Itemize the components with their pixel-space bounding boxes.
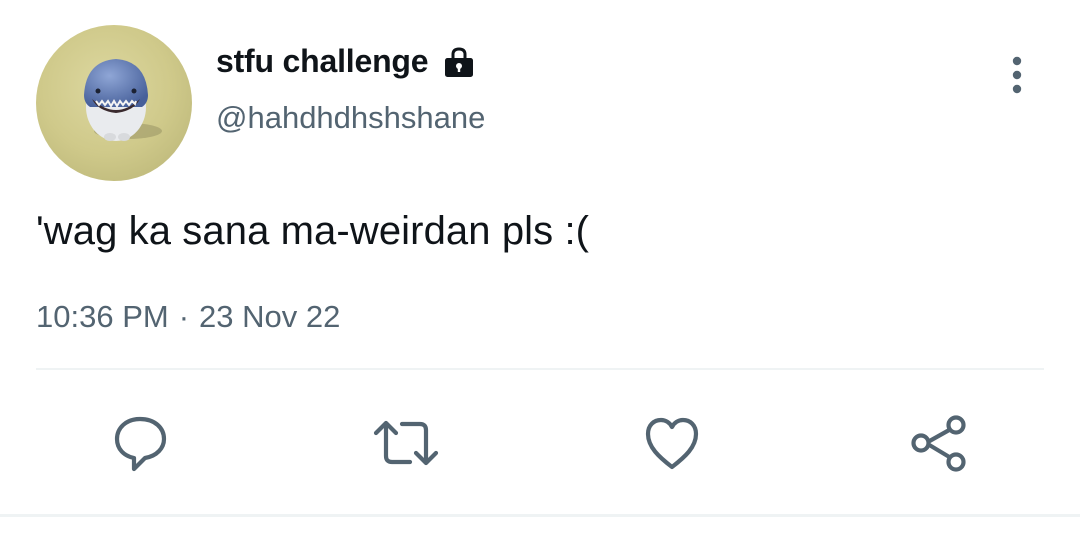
avatar[interactable] (36, 25, 192, 181)
divider (36, 368, 1044, 370)
retweet-button[interactable] (371, 408, 441, 478)
heart-icon (645, 417, 699, 470)
reply-button[interactable] (105, 408, 175, 478)
tweet-timestamp[interactable]: 10:36 PM · 23 Nov 22 (36, 299, 340, 335)
tweet-time: 10:36 PM (36, 299, 169, 334)
reply-icon (114, 416, 167, 472)
retweet-icon (373, 420, 439, 466)
tweet-date: 23 Nov 22 (199, 299, 341, 334)
like-button[interactable] (637, 408, 707, 478)
tweet-card: stfu challenge @hahdhdhshshane 'wag ka s… (0, 0, 1080, 534)
avatar-image (36, 25, 192, 181)
more-vertical-icon[interactable] (1000, 54, 1034, 98)
share-icon (911, 415, 966, 472)
divider-bottom (0, 514, 1080, 517)
user-handle[interactable]: @hahdhdhshshane (216, 100, 485, 136)
share-button[interactable] (903, 408, 973, 478)
meta-separator: · (178, 299, 190, 334)
lock-icon (442, 45, 476, 79)
tweet-text: 'wag ka sana ma-weirdan pls :( (36, 209, 590, 253)
display-name[interactable]: stfu challenge (216, 43, 429, 80)
display-name-row: stfu challenge (216, 38, 476, 84)
action-bar (0, 408, 1080, 478)
